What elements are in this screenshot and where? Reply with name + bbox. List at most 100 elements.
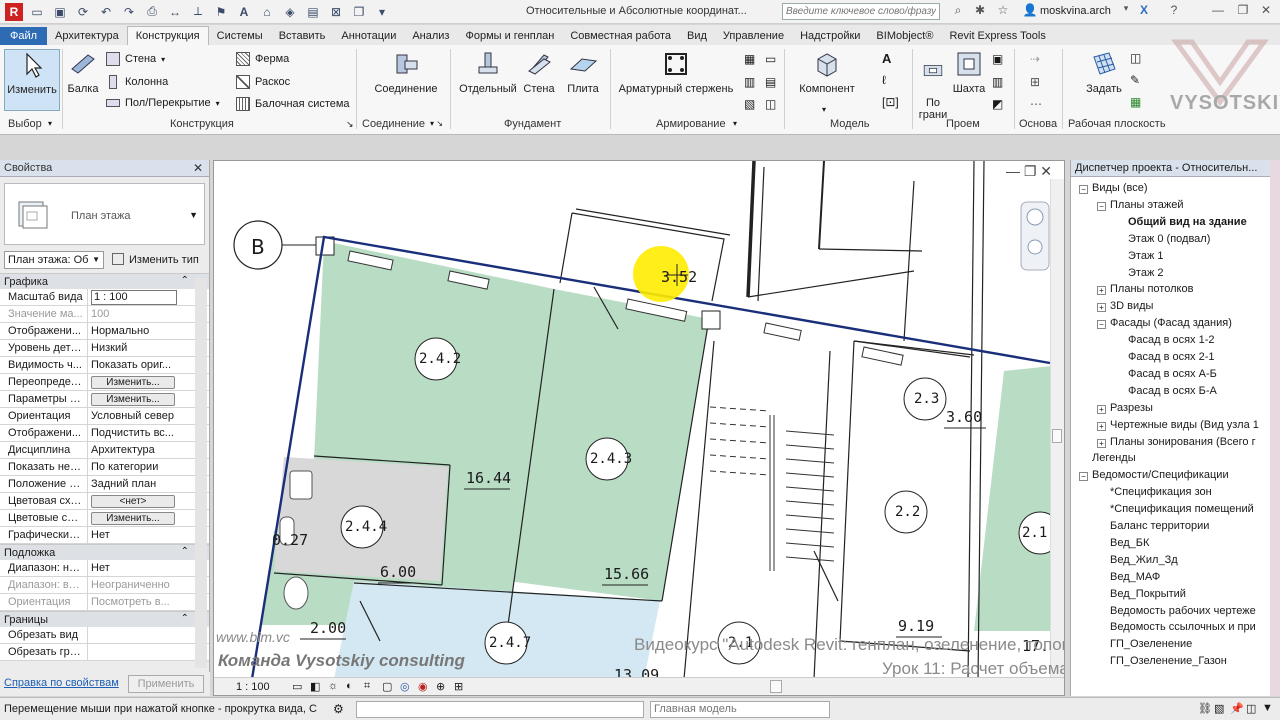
- property-row[interactable]: Цветовая схе... <нет>: [0, 493, 209, 510]
- property-row[interactable]: Обрезать гра...: [0, 644, 209, 661]
- property-value[interactable]: Условный север: [88, 408, 209, 424]
- 3d-view-icon[interactable]: ⌂: [258, 3, 276, 21]
- ref-plane-small-icon[interactable]: ✎: [1130, 73, 1140, 87]
- highlight-displacement-icon[interactable]: ⊞: [454, 680, 463, 693]
- tab-structure[interactable]: Конструкция: [126, 26, 209, 45]
- tree-item[interactable]: Фасад в осях 1-2: [1115, 332, 1215, 348]
- tab-architecture[interactable]: Архитектура: [47, 27, 127, 45]
- minimize-icon[interactable]: —: [1210, 3, 1226, 19]
- property-value[interactable]: Подчистить вс...: [88, 425, 209, 441]
- property-row[interactable]: Положение ц... Задний план: [0, 476, 209, 493]
- brace-button[interactable]: Раскос: [236, 75, 290, 89]
- tree-item[interactable]: − Виды (все): [1079, 180, 1148, 196]
- steering-wheel-icon[interactable]: [1026, 208, 1044, 226]
- edit-property-button[interactable]: Изменить...: [91, 512, 175, 525]
- property-value[interactable]: Архитектура: [88, 442, 209, 458]
- section-underlay[interactable]: Подложка ⌃: [0, 544, 209, 560]
- wall-foundation-button[interactable]: Стена: [520, 49, 558, 95]
- exchange-apps-icon[interactable]: X: [1136, 3, 1152, 19]
- expand-icon[interactable]: +: [1097, 438, 1106, 448]
- view-instance-select[interactable]: План этажа: Об ▼: [4, 251, 104, 269]
- tree-item[interactable]: − Ведомости/Спецификации: [1079, 467, 1229, 483]
- floor-plan-drawing[interactable]: [214, 161, 1052, 679]
- expand-icon[interactable]: +: [1097, 286, 1106, 296]
- analytical-icon[interactable]: ⊕: [436, 680, 445, 693]
- properties-scrollbar[interactable]: [195, 278, 207, 668]
- tree-item[interactable]: Вед_МАФ: [1097, 569, 1160, 585]
- tree-item[interactable]: + Планы зонирования (Всего г: [1097, 434, 1256, 450]
- collapse-icon[interactable]: −: [1097, 201, 1106, 211]
- property-value[interactable]: Задний план: [88, 476, 209, 492]
- isolated-foundation-button[interactable]: Отдельный: [458, 49, 518, 95]
- model-group-icon[interactable]: [⊡]: [882, 95, 899, 109]
- group-label-reinforcement[interactable]: Армирование: [656, 118, 726, 130]
- tab-manage[interactable]: Управление: [715, 27, 792, 45]
- show-crop-icon[interactable]: ▢: [382, 680, 392, 693]
- property-row[interactable]: Масштаб вида 1 : 100: [0, 289, 209, 306]
- collapse-icon[interactable]: −: [1079, 472, 1088, 482]
- tab-massing-site[interactable]: Формы и генплан: [457, 27, 562, 45]
- search-icon[interactable]: ⌕: [950, 3, 966, 19]
- property-value[interactable]: Нет: [88, 527, 209, 543]
- close-hidden-icon[interactable]: ⊠: [327, 3, 345, 21]
- rebar-button[interactable]: Арматурный стержень: [614, 49, 738, 95]
- view-scale[interactable]: 1 : 100: [236, 681, 270, 693]
- filter-icon[interactable]: ▼: [1262, 702, 1273, 714]
- model-text-icon[interactable]: A: [882, 51, 891, 66]
- select-dropdown-icon[interactable]: ▾: [48, 119, 52, 128]
- ref-plane-icon[interactable]: ⋯: [1030, 97, 1042, 111]
- property-row[interactable]: Дисциплина Архитектура: [0, 442, 209, 459]
- tree-item[interactable]: Этаж 1: [1115, 248, 1163, 264]
- zoom-icon[interactable]: [1027, 239, 1043, 255]
- tree-item[interactable]: Этаж 0 (подвал): [1115, 231, 1210, 247]
- tree-item[interactable]: + Планы потолков: [1097, 281, 1193, 297]
- group-label-connection[interactable]: Соединение: [362, 118, 425, 130]
- property-row[interactable]: Цветовые схе... Изменить...: [0, 510, 209, 527]
- select-by-face-icon[interactable]: ◫: [1246, 702, 1256, 715]
- property-value[interactable]: Неограниченно: [88, 577, 209, 593]
- property-value[interactable]: [88, 627, 209, 643]
- type-selector[interactable]: План этажа ▼: [4, 183, 205, 245]
- property-row[interactable]: Отображени... Нормально: [0, 323, 209, 340]
- property-row[interactable]: Видимость ч... Показать ориг...: [0, 357, 209, 374]
- save-icon[interactable]: ▣: [51, 3, 69, 21]
- tag-icon[interactable]: ⚑: [212, 3, 230, 21]
- tree-item[interactable]: + Чертежные виды (Вид узла 1: [1097, 417, 1259, 433]
- slab-foundation-button[interactable]: Плита: [562, 49, 604, 95]
- collapse-icon[interactable]: −: [1097, 320, 1106, 330]
- collapse-icon[interactable]: ⌃: [181, 275, 189, 286]
- viewer-icon[interactable]: ▦: [1130, 95, 1141, 109]
- property-value[interactable]: Низкий: [88, 340, 209, 356]
- chevron-down-icon[interactable]: ▼: [189, 210, 198, 220]
- visual-style-icon[interactable]: ◧: [310, 680, 320, 693]
- edit-type-button[interactable]: Изменить тип: [112, 253, 199, 266]
- collapse-icon[interactable]: ⌃: [181, 613, 189, 624]
- reveal-hidden-icon[interactable]: ◉: [418, 680, 428, 693]
- user-name[interactable]: moskvina.arch: [1040, 5, 1111, 17]
- temp-hide-icon[interactable]: ◎: [400, 680, 410, 693]
- subscription-icon[interactable]: ✱: [972, 3, 988, 19]
- open-icon[interactable]: ▭: [28, 3, 46, 21]
- coupler-icon[interactable]: ◫: [765, 97, 776, 111]
- search-input[interactable]: [782, 3, 940, 20]
- tree-item[interactable]: Вед_БК: [1097, 535, 1149, 551]
- dimension-icon[interactable]: ⟂: [189, 3, 207, 21]
- tree-item[interactable]: Вед_Жил_Зд: [1097, 552, 1178, 568]
- property-value[interactable]: Изменить...: [88, 374, 209, 390]
- tree-item[interactable]: + Разрезы: [1097, 400, 1153, 416]
- structure-settings-icon[interactable]: ↘: [346, 119, 354, 130]
- close-icon[interactable]: ✕: [193, 161, 203, 175]
- tab-insert[interactable]: Вставить: [271, 27, 334, 45]
- column-button[interactable]: Колонна: [106, 75, 168, 89]
- beam-button[interactable]: Балка: [64, 49, 102, 95]
- property-row[interactable]: Графический... Нет: [0, 527, 209, 544]
- wall-opening-icon[interactable]: ▣: [992, 52, 1003, 66]
- group-label-select[interactable]: Выбор: [8, 118, 42, 130]
- property-row[interactable]: Значение ма... 100: [0, 306, 209, 323]
- scale-input[interactable]: 1 : 100: [91, 290, 177, 305]
- hscroll-thumb[interactable]: [770, 680, 782, 693]
- tree-item[interactable]: *Спецификация зон: [1097, 484, 1212, 500]
- section-extents[interactable]: Границы ⌃: [0, 611, 209, 627]
- set-workplane-button[interactable]: Задать: [1082, 49, 1126, 95]
- beam-system-button[interactable]: Балочная система: [236, 97, 350, 111]
